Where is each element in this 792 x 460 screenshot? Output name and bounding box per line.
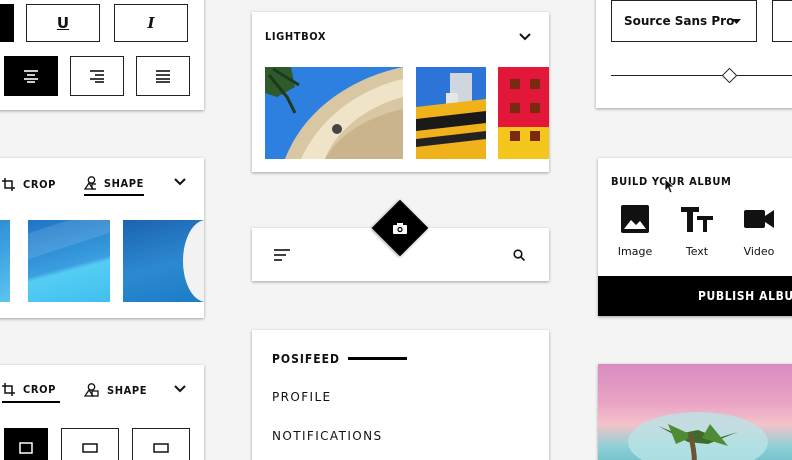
tab-crop-label: CROP [23, 382, 56, 396]
title-underline [348, 357, 407, 360]
album-option-label: Video [743, 245, 775, 258]
tab-shape[interactable]: SHAPE [84, 377, 147, 403]
align-justify-icon [156, 70, 170, 83]
aspect-wide-icon [82, 443, 98, 453]
shape-icon [84, 383, 99, 397]
crop-card-secondary: CROP SHAPE [0, 365, 204, 460]
chevron-down-icon[interactable] [519, 33, 531, 41]
publish-album-button[interactable]: PUBLISH ALBUM [598, 276, 792, 316]
bold-button[interactable] [0, 4, 14, 42]
chevron-down-icon[interactable] [174, 178, 186, 186]
lightbox-thumbnail[interactable] [265, 67, 403, 159]
aspect-square-icon [19, 442, 33, 454]
menu-icon[interactable] [274, 249, 290, 261]
crop-preview-image [123, 220, 204, 302]
facade-photo [498, 79, 549, 159]
tab-shape-label: SHAPE [103, 176, 144, 190]
lightbox-title: LIGHTBOX [265, 30, 327, 43]
text-format-card: U I [0, 0, 204, 110]
aspect-wide-button[interactable] [61, 428, 119, 460]
image-icon [621, 205, 649, 233]
yellow-building-photo [416, 73, 486, 159]
lightbox-card: LIGHTBOX [252, 12, 549, 172]
aspect-panorama-button[interactable] [132, 428, 190, 460]
album-option-label: Image [617, 245, 653, 258]
crop-preview-image [28, 220, 110, 302]
crop-icon [2, 177, 15, 191]
publish-album-label: PUBLISH ALBUM [698, 289, 792, 303]
album-option-label: Text [685, 245, 709, 258]
search-icon[interactable] [513, 249, 525, 261]
font-settings-card: Source Sans Pro [596, 0, 792, 108]
text-icon [681, 207, 713, 232]
building-photo [265, 67, 403, 159]
build-album-card: BUILD YOUR ALBUM Image Text Video PUBLIS… [598, 158, 792, 316]
tab-crop[interactable]: CROP [2, 377, 60, 403]
aspect-square-button[interactable] [4, 428, 48, 460]
align-right-button[interactable] [70, 56, 124, 96]
underline-icon: U [56, 14, 70, 32]
nav-item-profile[interactable]: PROFILE [272, 390, 332, 404]
nav-item-notifications[interactable]: NOTIFICATIONS [272, 429, 383, 443]
crop-preview-image [0, 220, 10, 302]
palm-photo-card [598, 364, 792, 460]
camera-icon [393, 223, 407, 234]
shape-icon [84, 176, 96, 190]
italic-button[interactable]: I [114, 4, 188, 42]
posifeed-title: POSIFEED [272, 352, 340, 366]
caret-down-icon [732, 19, 741, 24]
align-center-button[interactable] [4, 56, 58, 96]
lightbox-thumbnail[interactable] [498, 67, 549, 159]
tab-shape[interactable]: SHAPE [84, 172, 144, 196]
palm-tree-photo [628, 412, 768, 460]
font-select-value: Source Sans Pro [624, 14, 735, 28]
align-center-icon [24, 70, 38, 83]
underline-button[interactable]: U [26, 4, 100, 42]
tab-crop-label: CROP [23, 177, 56, 191]
album-option-text[interactable]: Text [674, 204, 720, 262]
text-color-button[interactable] [772, 0, 792, 42]
font-select[interactable]: Source Sans Pro [611, 0, 757, 42]
font-size-slider-track[interactable] [611, 75, 792, 76]
album-option-video[interactable]: Video [736, 204, 782, 262]
aspect-panorama-icon [153, 443, 169, 453]
video-icon [744, 210, 774, 228]
align-right-icon [90, 70, 104, 83]
crop-icon [2, 382, 15, 396]
mouse-cursor [664, 178, 674, 194]
tab-crop[interactable]: CROP [2, 172, 56, 196]
album-option-image[interactable]: Image [612, 204, 658, 262]
tab-shape-label: SHAPE [107, 383, 148, 397]
align-justify-button[interactable] [136, 56, 190, 96]
chevron-down-icon[interactable] [174, 385, 186, 393]
crop-card: CROP SHAPE [0, 158, 204, 318]
lightbox-thumbnail[interactable] [416, 67, 486, 159]
font-size-slider-thumb[interactable] [721, 67, 738, 84]
posifeed-card: POSIFEED PROFILE NOTIFICATIONS [252, 330, 549, 460]
italic-icon: I [147, 14, 155, 32]
